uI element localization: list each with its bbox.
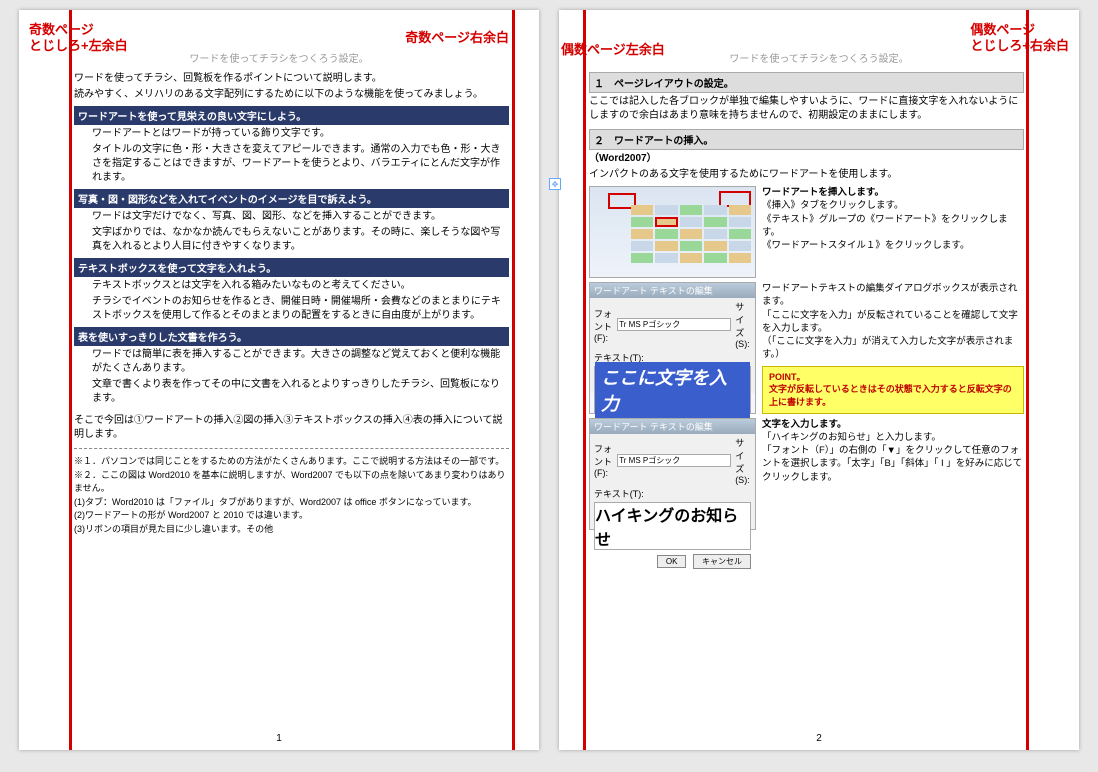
body-text: ここでは記入した各ブロックが単独で編集しやすいように、ワードに直接文字を入れない… [589,95,1024,123]
section-table: 表を使いすっきりした文書を作ろう。 [74,327,509,346]
section-textbox: テキストボックスを使って文字を入れよう。 [74,258,509,277]
page-number: 1 [19,733,539,744]
note: (3)リボンの項目が見た目に少し違います。その他 [74,523,509,537]
step-row: ワードアートを挿入します。 《挿入》タブをクリックします。 《テキスト》グループ… [589,186,1024,278]
note: (1)タブ：Word2010 は「ファイル」タブがありますが、Word2007 … [74,496,509,510]
wordart-dialog-screenshot: ワードアート テキストの編集 フォント(F): サイズ(S): テキスト(T):… [589,418,756,530]
dialog-title: ワードアート テキストの編集 [590,283,755,298]
body-text: ワードでは簡単に表を挿入することができます。大きさの調整など覚えておくと便利な機… [92,348,509,376]
body-text: インパクトのある文字を使用するためにワードアートを使用します。 [589,168,1024,182]
step-text: 文字を入力します。 「ハイキングのお知らせ」と入力します。 「フォント（F）」の… [762,418,1024,530]
font-label: フォント(F): [594,442,613,478]
even-left-border [583,10,586,750]
section-image: 写真・図・図形などを入れてイベントのイメージを目で訴えよう。 [74,189,509,208]
step-row: ワードアート テキストの編集 フォント(F): サイズ(S): テキスト(T):… [589,418,1024,530]
page-number: 2 [559,733,1079,744]
step-title: 文字を入力します。 [762,418,1024,431]
section-wordart-insert: ２ ワードアートの挿入。 [589,129,1024,150]
step-line: 「ここに文字を入力」が反転されていることを確認して文字を入力します。 [762,309,1024,336]
body-text: ワードアートとはワードが持っている飾り文字です。 [92,127,509,141]
body-text: 文章で書くより表を作ってその中に文書を入れるとよりすっきりしたチラシ、回覧板にな… [92,378,509,406]
section-pagelayout: １ ページレイアウトの設定。 [589,72,1024,93]
move-handle-icon[interactable]: ✥ [549,178,561,190]
step-text: ワードアートを挿入します。 《挿入》タブをクリックします。 《テキスト》グループ… [762,186,1024,278]
cancel-button[interactable]: キャンセル [693,554,751,569]
ribbon-screenshot [589,186,756,278]
font-input[interactable] [617,454,731,467]
wordart-dialog-screenshot: ワードアート テキストの編集 フォント(F): サイズ(S): テキスト(T):… [589,282,756,414]
step-line: 《テキスト》グループの《ワードアート》をクリックします。 [762,213,1024,240]
body-text: 文字ばかりでは、なかなか読んでもらえないことがあります。その時に、楽しそうな図や… [92,226,509,254]
step-line: 「ハイキングのお知らせ」と入力します。 [762,431,1024,444]
step-line: （「ここに文字を入力」が消えて入力した文字が表示されます。） [762,335,1024,362]
odd-left-border [69,10,72,750]
dialog-plain-text: ハイキングのお知らせ [595,502,750,550]
dialog-title: ワードアート テキストの編集 [590,419,755,434]
page-odd: 奇数ページ とじしろ+左余白 奇数ページ右余白 ワードを使ってチラシをつくろう設… [19,10,539,750]
body-text: ワードは文字だけでなく、写真、図、図形、などを挿入することができます。 [92,210,509,224]
subtitle: （Word2007） [589,152,1024,166]
even-right-border [1026,10,1029,750]
point-title: POINT。 [769,371,1017,384]
step-text: ワードアートテキストの編集ダイアログボックスが表示されます。 「ここに文字を入力… [762,282,1024,414]
size-label: サイズ(S): [735,436,751,485]
font-label: フォント(F): [594,307,613,343]
step-line: 《ワードアートスタイル１》をクリックします。 [762,239,1024,252]
ok-button[interactable]: OK [657,555,687,568]
font-input[interactable] [617,318,731,331]
page1-content: ワードを使ってチラシ、回覧板を作るポイントについて説明します。 読みやすく、メリ… [74,70,509,720]
annot-odd-right: 奇数ページ右余白 [405,30,509,46]
dialog-textarea[interactable]: ここに文字を入力 [594,366,751,414]
dialog-textarea[interactable]: ハイキングのお知らせ [594,502,751,550]
step-row: ワードアート テキストの編集 フォント(F): サイズ(S): テキスト(T):… [589,282,1024,414]
body-text: タイトルの文字に色・形・大きさを変えてアピールできます。通常の入力でも色・形・大… [92,143,509,185]
text-label: テキスト(T): [590,487,755,500]
note: (2)ワードアートの形が Word2007 と 2010 では違います。 [74,509,509,523]
point-box: POINT。 文字が反転しているときはその状態で入力すると反転文字の上に書けます… [762,366,1024,414]
body-text: テキストボックスとは文字を入れる箱みたいなものと考えてください。 [92,279,509,293]
annot-even-left: 偶数ページ左余白 [561,42,665,58]
body-text: チラシでイベントのお知らせを作るとき、開催日時・開催場所・会費などのまとまりにテ… [92,295,509,323]
step-line: ワードアートテキストの編集ダイアログボックスが表示されます。 [762,282,1024,309]
intro-para: 読みやすく、メリハリのある文字配列にするために以下のような機能を使ってみましょう… [74,88,509,102]
annot-even-page: 偶数ページ とじしろ+右余白 [970,22,1069,53]
step-title: ワードアートを挿入します。 [762,186,1024,199]
wordart-style-grid [631,205,751,265]
summary: そこで今回は①ワードアートの挿入②図の挿入③テキストボックスの挿入④表の挿入につ… [74,414,509,442]
step-line: 《挿入》タブをクリックします。 [762,199,1024,212]
intro-para: ワードを使ってチラシ、回覧板を作るポイントについて説明します。 [74,72,509,86]
annot-odd-page: 奇数ページ とじしろ+左余白 [29,22,128,53]
divider [74,448,509,449]
note: ※２．ここの図は Word2010 を基本に説明しますが、Word2007 でも… [74,469,509,496]
point-body: 文字が反転しているときはその状態で入力すると反転文字の上に書けます。 [769,383,1017,408]
odd-right-border [512,10,515,750]
page2-content: １ ページレイアウトの設定。 ここでは記入した各ブロックが単独で編集しやすいよう… [589,70,1024,720]
dialog-inverted-text: ここに文字を入力 [595,362,750,418]
section-wordart: ワードアートを使って見栄えの良い文字にしよう。 [74,106,509,125]
page-even: 偶数ページ左余白 偶数ページ とじしろ+右余白 ワードを使ってチラシをつくろう設… [559,10,1079,750]
step-line: 「フォント（F）」の右側の「▼」をクリックして任意のフォントを選択します。「太字… [762,444,1024,484]
size-label: サイズ(S): [735,300,751,349]
note: ※１．パソコンでは同じことをするための方法がたくさんあります。ここで説明する方法… [74,455,509,469]
